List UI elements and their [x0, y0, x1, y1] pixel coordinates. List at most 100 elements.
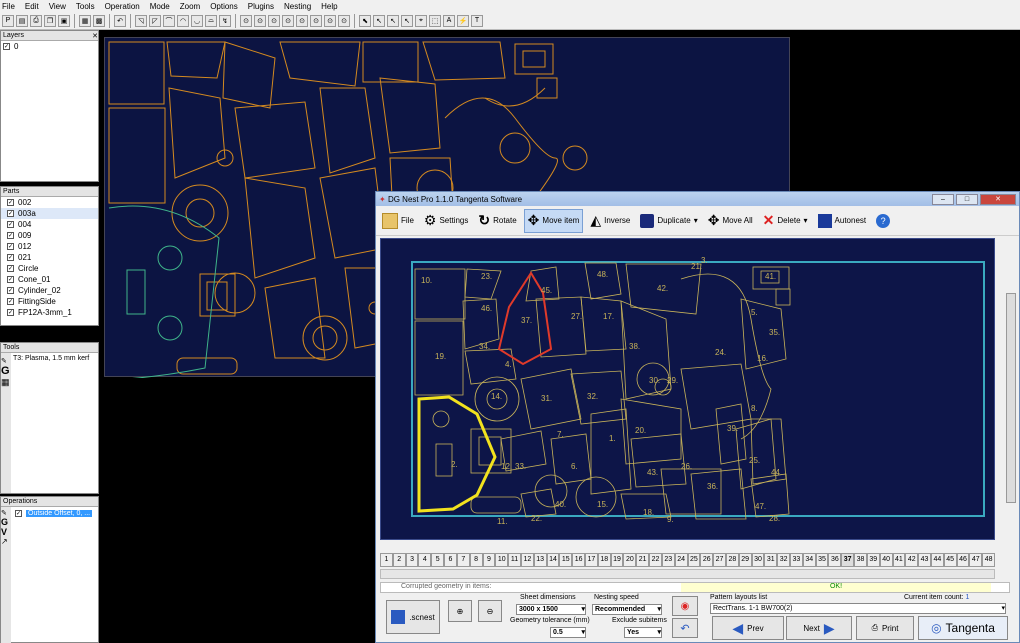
page-button[interactable]: 42: [905, 553, 919, 567]
layer-item[interactable]: ✓ 0: [1, 41, 98, 52]
snap-icon-7[interactable]: ⊙: [324, 14, 336, 27]
page-button[interactable]: 5: [431, 553, 445, 567]
move-all-button[interactable]: ✥ Move All: [705, 209, 756, 233]
tool-value[interactable]: T3: Plasma, 1.5 mm kerf: [13, 355, 89, 362]
part-item[interactable]: ✓ 004: [1, 219, 98, 230]
page-button[interactable]: 43: [918, 553, 931, 567]
geom-tol-select[interactable]: 0.5 ▾: [550, 627, 586, 638]
undo-button[interactable]: ↶: [672, 618, 698, 638]
text-icon[interactable]: T: [471, 14, 483, 27]
checkbox[interactable]: ✓: [7, 298, 14, 305]
page-button[interactable]: 23: [661, 553, 675, 567]
draw-icon-3[interactable]: ⌒: [163, 14, 175, 27]
arrow-icon[interactable]: ↗: [1, 537, 11, 546]
zoom-in-button[interactable]: ⊕: [448, 600, 472, 622]
edit-icon-5[interactable]: ⬚: [429, 14, 441, 27]
page-button[interactable]: 36: [828, 553, 842, 567]
settings-button[interactable]: ⚙ Settings: [421, 209, 471, 233]
page-button[interactable]: 21: [636, 553, 650, 567]
undo-icon[interactable]: ↶: [114, 14, 126, 27]
scroll-thumb[interactable]: [1006, 293, 1016, 503]
chevron-down-icon[interactable]: ▾: [804, 216, 808, 225]
chevron-down-icon[interactable]: ▾: [694, 216, 698, 225]
edit-icon-3[interactable]: ↖: [401, 14, 413, 27]
page-button[interactable]: 35: [815, 553, 829, 567]
nesting-speed-select[interactable]: Recommended ▾: [592, 604, 662, 615]
paste-icon[interactable]: ▣: [58, 14, 70, 27]
page-button[interactable]: 14: [546, 553, 560, 567]
duplicate-button[interactable]: Duplicate ▾: [637, 209, 700, 233]
draw-icon-7[interactable]: ↯: [219, 14, 231, 27]
part-item[interactable]: ✓ 012: [1, 241, 98, 252]
part-item[interactable]: ✓ FP12A-3mm_1: [1, 307, 98, 318]
page-button[interactable]: 34: [802, 553, 816, 567]
next-button[interactable]: Next ▶: [786, 616, 852, 640]
snap-icon-4[interactable]: ⊙: [282, 14, 294, 27]
page-button[interactable]: 46: [956, 553, 970, 567]
checkbox[interactable]: ✓: [7, 210, 14, 217]
edit-icon-1[interactable]: ↖: [373, 14, 385, 27]
minimize-button[interactable]: –: [932, 193, 954, 205]
snap-icon-2[interactable]: ⊙: [254, 14, 266, 27]
g-icon[interactable]: G: [1, 517, 11, 527]
help-button[interactable]: ?: [873, 209, 893, 233]
edit-icon-4[interactable]: ⌖: [415, 14, 427, 27]
draw-icon-2[interactable]: ◸: [149, 14, 161, 27]
horizontal-scrollbar[interactable]: [380, 569, 995, 579]
part-item[interactable]: ✓ Cylinder_02: [1, 285, 98, 296]
checkbox[interactable]: ✓: [7, 276, 14, 283]
page-button[interactable]: 1: [380, 553, 393, 567]
select-icon[interactable]: ⬉: [359, 14, 371, 27]
page-button[interactable]: 7: [456, 553, 470, 567]
menu-item-tools[interactable]: Tools: [76, 2, 95, 11]
page-button[interactable]: 13: [533, 553, 547, 567]
checkbox[interactable]: ✓: [7, 232, 14, 239]
page-button[interactable]: 31: [764, 553, 778, 567]
edit-icon-2[interactable]: ↖: [387, 14, 399, 27]
page-button[interactable]: 3: [405, 553, 419, 567]
page-button[interactable]: 32: [777, 553, 790, 567]
prev-button[interactable]: ◀ Prev: [712, 616, 784, 640]
draw-icon-4[interactable]: ◠: [177, 14, 189, 27]
page-button[interactable]: 6: [444, 553, 457, 567]
page-button[interactable]: 10: [495, 553, 509, 567]
v-icon[interactable]: V: [1, 527, 11, 537]
pen-icon[interactable]: ✎: [1, 509, 11, 517]
scnest-button[interactable]: .scnest: [386, 600, 440, 634]
page-button[interactable]: 22: [649, 553, 662, 567]
page-button[interactable]: 4: [418, 553, 432, 567]
file-button[interactable]: File: [379, 209, 417, 233]
page-button[interactable]: 37: [841, 553, 855, 567]
sheet-dim-select[interactable]: 3000 x 1500 ▾: [516, 604, 586, 615]
menu-item-help[interactable]: Help: [321, 2, 337, 11]
page-button[interactable]: 2: [392, 553, 406, 567]
pen-icon[interactable]: ✎: [1, 357, 11, 365]
nest-icon[interactable]: ▩: [93, 14, 105, 27]
print-button[interactable]: ⎙ Print: [856, 616, 914, 640]
menu-item-zoom[interactable]: Zoom: [180, 2, 200, 11]
inverse-button[interactable]: ◭ Inverse: [587, 209, 633, 233]
page-button[interactable]: 44: [930, 553, 944, 567]
edit-icon-6[interactable]: A: [443, 14, 455, 27]
record-button[interactable]: ◉: [672, 596, 698, 616]
page-button[interactable]: 48: [982, 553, 995, 567]
checkbox[interactable]: ✓: [7, 254, 14, 261]
page-button[interactable]: 38: [854, 553, 867, 567]
page-button[interactable]: 47: [969, 553, 983, 567]
page-button[interactable]: 11: [508, 553, 521, 567]
draw-icon-1[interactable]: ◹: [135, 14, 147, 27]
page-button[interactable]: 40: [879, 553, 893, 567]
autonest-button[interactable]: Autonest: [815, 209, 870, 233]
menu-item-nesting[interactable]: Nesting: [284, 2, 311, 11]
part-item[interactable]: ✓ 003a: [1, 208, 98, 219]
page-button[interactable]: 17: [585, 553, 598, 567]
menu-item-mode[interactable]: Mode: [150, 2, 170, 11]
page-button[interactable]: 28: [725, 553, 739, 567]
grid-icon[interactable]: ▦: [79, 14, 91, 27]
part-item[interactable]: ✓ Cone_01: [1, 274, 98, 285]
menu-item-edit[interactable]: Edit: [25, 2, 39, 11]
close-icon[interactable]: ✕: [92, 32, 98, 40]
part-item[interactable]: ✓ FittingSide: [1, 296, 98, 307]
checkbox[interactable]: ✓: [3, 43, 10, 50]
zoom-out-button[interactable]: ⊖: [478, 600, 502, 622]
